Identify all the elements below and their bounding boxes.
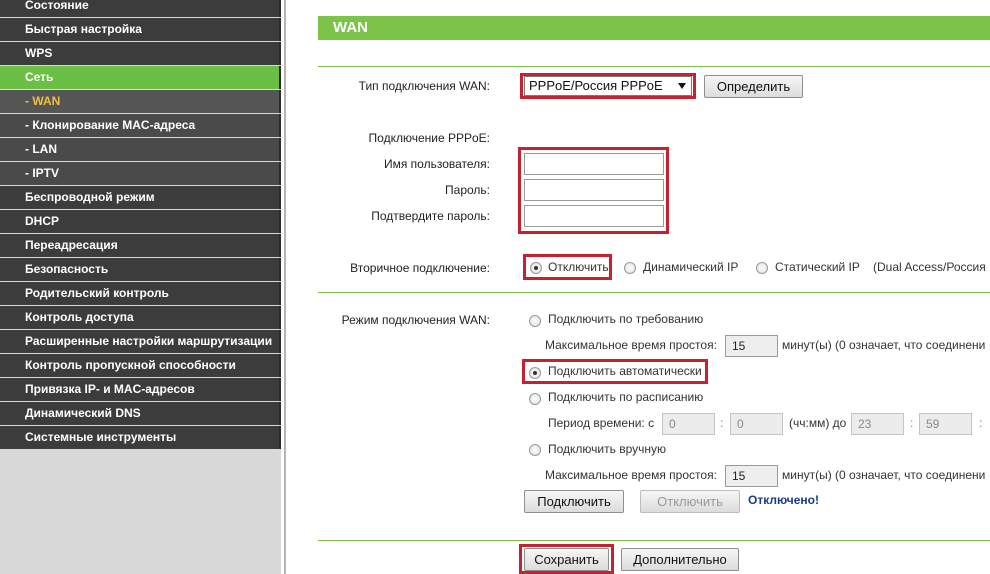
sidebar-item-ip-mac-binding[interactable]: Привязка IP- и MAC-адресов [0,378,281,401]
time-separator-1: : [720,416,724,430]
secondary-connection-label: Вторичное подключение: [350,261,490,275]
period-from-hour-input[interactable]: 0 [662,413,715,435]
username-label: Имя пользователя: [383,157,490,171]
confirm-password-input[interactable] [524,205,664,227]
username-input[interactable] [524,153,664,175]
sidebar-menu: Состояние Быстрая настройка WPS Сеть - W… [0,0,281,450]
sidebar-item-parental-control[interactable]: Родительский контроль [0,282,281,305]
confirm-password-label: Подтвердите пароль: [371,209,490,223]
password-label: Пароль: [445,183,490,197]
advanced-button[interactable]: Дополнительно [621,548,739,571]
secondary-static-radio[interactable] [756,262,768,274]
mid-separator [318,292,990,293]
sidebar-item-advanced-routing[interactable]: Расширенные настройки маршрутизации [0,330,281,353]
connect-button[interactable]: Подключить [524,490,624,513]
connection-status: Отключено! [748,493,819,507]
wan-type-label: Тип подключения WAN: [358,79,490,93]
password-input[interactable] [524,179,664,201]
sidebar-item-status[interactable]: Состояние [0,0,281,17]
pppoe-label: Подключение PPPoE: [368,131,490,145]
secondary-note: (Dual Access/Россия [873,260,986,274]
secondary-off-label: Отключить [548,260,609,274]
secondary-dynamic-label: Динамический IP [643,260,739,274]
bottom-separator [318,540,990,541]
period-to-hour-input[interactable]: 23 [851,413,904,435]
mode-on-demand-radio[interactable] [529,315,541,327]
period-label: Период времени: с [548,416,655,430]
time-separator-3: : [979,416,983,430]
secondary-off-radio[interactable] [530,262,542,274]
wan-type-value: PPPoE/Россия PPPoE [529,78,663,93]
connection-mode-label: Режим подключения WAN: [341,313,490,327]
sidebar-item-bandwidth-control[interactable]: Контроль пропускной способности [0,354,281,377]
mode-auto-radio[interactable] [529,367,541,379]
idle-time-label-2: Максимальное время простоя: [545,468,717,482]
idle-time-note-1: минут(ы) (0 означает, что соединени [782,338,986,352]
mode-schedule-radio[interactable] [529,393,541,405]
save-button[interactable]: Сохранить [524,548,609,571]
sidebar-item-quick-setup[interactable]: Быстрая настройка [0,18,281,41]
page-title: WAN [318,16,990,40]
secondary-dynamic-radio[interactable] [624,262,636,274]
secondary-static-label: Статический IP [775,260,860,274]
idle-time-label-1: Максимальное время простоя: [545,338,717,352]
mode-manual-label: Подключить вручную [548,442,666,456]
wan-type-select[interactable]: PPPoE/Россия PPPoE [524,76,692,96]
idle-time-input-1[interactable]: 15 [725,335,778,357]
disconnect-button[interactable]: Отключить [640,490,740,513]
mode-auto-label: Подключить автоматически [548,364,702,378]
period-to-minute-input[interactable]: 59 [919,413,972,435]
top-separator [318,66,990,67]
sidebar-item-forwarding[interactable]: Переадресация [0,234,281,257]
period-mid-label: (чч:мм) до [789,416,847,430]
mode-manual-radio[interactable] [529,444,541,456]
detect-button[interactable]: Определить [704,75,803,98]
sidebar-item-system-tools[interactable]: Системные инструменты [0,426,281,449]
idle-time-note-2: минут(ы) (0 означает, что соединени [782,468,986,482]
sidebar-item-dynamic-dns[interactable]: Динамический DNS [0,402,281,425]
sidebar-item-wan[interactable]: - WAN [0,90,281,113]
time-separator-2: : [910,416,914,430]
mode-on-demand-label: Подключить по требованию [548,312,704,326]
period-from-minute-input[interactable]: 0 [730,413,783,435]
mode-schedule-label: Подключить по расписанию [548,390,704,404]
sidebar-item-wps[interactable]: WPS [0,42,281,65]
idle-time-input-2[interactable]: 15 [725,465,778,487]
chevron-down-icon [678,83,686,89]
